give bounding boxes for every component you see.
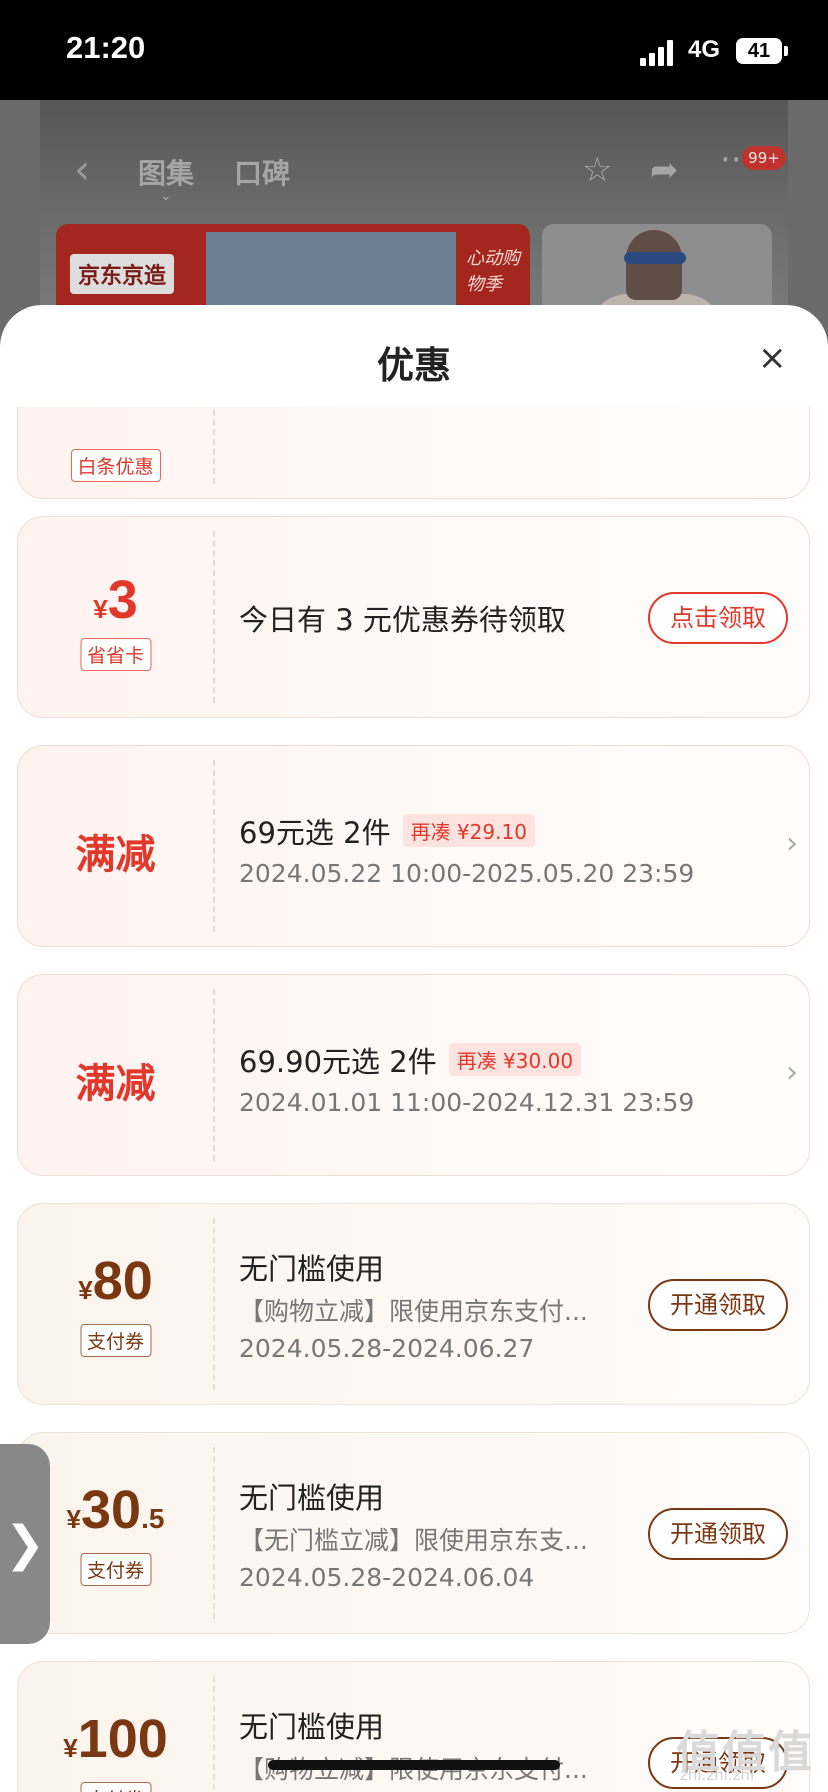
- close-icon[interactable]: ×: [758, 341, 787, 375]
- amount-value: 80: [92, 1251, 153, 1311]
- coupon-tag: 省省卡: [79, 638, 152, 671]
- chevron-right-icon[interactable]: ›: [786, 1055, 798, 1090]
- card-divider: [213, 407, 215, 484]
- battery-tip: [784, 46, 788, 56]
- star-icon[interactable]: ☆: [582, 150, 612, 190]
- coupon-left: ¥80 支付券: [18, 1204, 213, 1404]
- currency-symbol: ¥: [63, 1733, 78, 1763]
- card-divider: [213, 760, 215, 932]
- signal-icon: [640, 40, 676, 66]
- side-expand-handle[interactable]: ❯: [0, 1444, 50, 1644]
- coupon-period: 2024.01.01 11:00-2024.12.31 23:59: [239, 1088, 695, 1117]
- home-indicator[interactable]: [268, 1760, 560, 1770]
- sheet-title: 优惠: [377, 344, 451, 387]
- coupon-left: ¥100 支付券: [18, 1662, 213, 1792]
- coupon-title-text: 69元选 2件: [239, 816, 391, 850]
- coupon-tag: 支付券: [79, 1782, 152, 1792]
- card-divider: [213, 1676, 215, 1792]
- coupon-amount: ¥3: [18, 569, 213, 631]
- tab-indicator-icon: ⌄: [160, 188, 172, 204]
- back-arrow-icon[interactable]: ‹: [74, 150, 90, 190]
- banner-campaign-tag: 心动购物季: [466, 248, 520, 295]
- coupon-card-manjian-2[interactable]: 满减 69.90元选 2件 再凑 ¥30.00 2024.01.01 11:00-…: [17, 974, 810, 1176]
- coupon-card-pay-80[interactable]: ¥80 支付券 无门槛使用 【购物立减】限使用京东支付... 2024.05.2…: [17, 1203, 810, 1405]
- model-head: [626, 230, 682, 300]
- tab-gallery[interactable]: 图集: [138, 152, 194, 192]
- coupon-left: 白条优惠: [18, 407, 213, 498]
- card-divider: [213, 531, 215, 703]
- remaining-pill: 再凑 ¥30.00: [448, 1043, 582, 1076]
- tab-reviews[interactable]: 口碑: [234, 152, 290, 192]
- network-type: 4G: [688, 36, 721, 63]
- currency-symbol: ¥: [78, 1275, 93, 1305]
- coupon-amount: ¥100: [18, 1708, 213, 1770]
- chevron-right-icon: ❯: [4, 1516, 46, 1572]
- card-divider: [213, 1218, 215, 1390]
- coupon-title: 69.90元选 2件 再凑 ¥30.00: [239, 1039, 582, 1081]
- coupon-tag: 支付券: [79, 1553, 152, 1586]
- discount-sheet: 优惠 × 白条优惠 ¥3 省省卡 今日有 3 元优惠券待领取 点击领取 满减 6…: [0, 305, 828, 1792]
- coupon-list[interactable]: 白条优惠 ¥3 省省卡 今日有 3 元优惠券待领取 点击领取 满减 69元选 2…: [0, 407, 828, 1792]
- chevron-right-icon[interactable]: ›: [786, 826, 798, 861]
- watermark-url: zhi.zhi.zhi: [680, 1766, 755, 1784]
- amount-value: 3: [107, 570, 138, 630]
- card-divider: [213, 1447, 215, 1619]
- currency-symbol: ¥: [93, 594, 108, 624]
- coupon-tag: 支付券: [79, 1324, 152, 1357]
- battery-icon: 41: [736, 38, 782, 64]
- coupon-left: ¥3 省省卡: [18, 517, 213, 717]
- coupon-card-pay-30-5[interactable]: ¥30.5 支付券 无门槛使用 【无门槛立减】限使用京东支... 2024.05…: [17, 1432, 810, 1634]
- claim-button[interactable]: 点击领取: [648, 592, 788, 644]
- coupon-amount: ¥80: [18, 1250, 213, 1312]
- amount-value: 100: [77, 1709, 168, 1769]
- share-icon[interactable]: ➦: [650, 150, 679, 190]
- coupon-tag: 白条优惠: [70, 449, 161, 482]
- coupon-title-text: 69.90元选 2件: [239, 1045, 437, 1079]
- sunglasses-icon: [624, 252, 686, 264]
- activate-claim-button[interactable]: 开通领取: [648, 1508, 788, 1560]
- coupon-period: 2024.05.28-2024.06.27: [239, 1334, 535, 1363]
- card-divider: [213, 989, 215, 1161]
- amount-fraction: .5: [141, 1503, 165, 1534]
- status-time: 21:20: [66, 30, 146, 65]
- coupon-card-shengshengka[interactable]: ¥3 省省卡 今日有 3 元优惠券待领取 点击领取: [17, 516, 810, 718]
- coupon-left: 满减: [18, 975, 213, 1175]
- coupon-title: 无门槛使用: [239, 1481, 385, 1515]
- activate-claim-button[interactable]: 开通领取: [648, 1279, 788, 1331]
- coupon-title: 69元选 2件 再凑 ¥29.10: [239, 810, 535, 852]
- message-count-badge: 99+: [742, 146, 786, 170]
- coupon-period: 2024.05.22 10:00-2025.05.20 23:59: [239, 859, 695, 888]
- amount-value: 30: [81, 1480, 142, 1540]
- coupon-desc: 【购物立减】限使用京东支付...: [239, 1297, 588, 1326]
- brand-logo: 京东京造: [70, 254, 175, 294]
- coupon-title: 无门槛使用: [239, 1252, 385, 1286]
- coupon-period: 2024.05.28-2024.06.04: [239, 1563, 535, 1592]
- coupon-desc: 【无门槛立减】限使用京东支...: [239, 1526, 588, 1555]
- discount-type: 满减: [75, 832, 156, 878]
- coupon-card-manjian[interactable]: 满减 69元选 2件 再凑 ¥29.10 2024.05.22 10:00-202…: [17, 745, 810, 947]
- status-bar: 21:20 4G 41: [0, 0, 828, 100]
- remaining-pill: 再凑 ¥29.10: [402, 814, 535, 847]
- coupon-card-baitiao[interactable]: 白条优惠: [17, 407, 810, 499]
- coupon-text: 今日有 3 元优惠券待领取: [239, 603, 566, 637]
- phone-screen: ‹ 图集 ⌄ 口碑 ☆ ➦ ··· 99+ 京东京造 心动购物季 21:20 4…: [0, 0, 828, 1792]
- coupon-title: 无门槛使用: [239, 1710, 385, 1744]
- currency-symbol: ¥: [66, 1504, 82, 1534]
- coupon-left: 满减: [18, 746, 213, 946]
- discount-type: 满减: [75, 1061, 156, 1107]
